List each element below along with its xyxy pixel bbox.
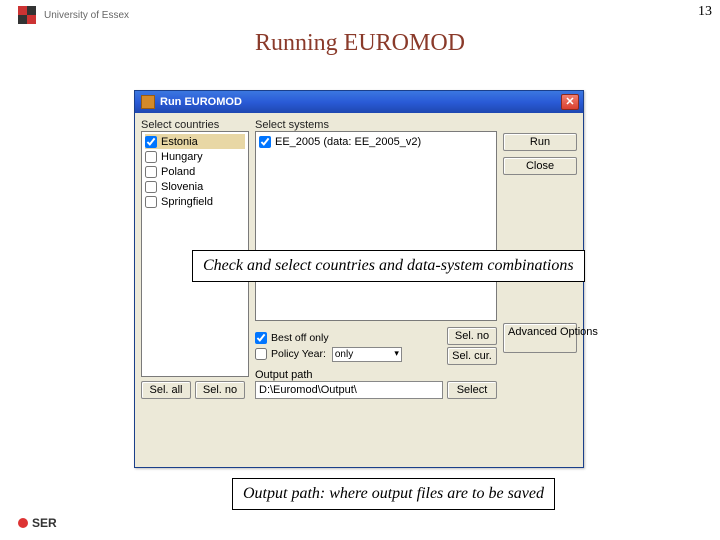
advanced-options-button[interactable]: Advanced Options <box>503 323 577 353</box>
country-item[interactable]: Estonia <box>145 134 245 149</box>
country-checkbox[interactable] <box>145 196 157 208</box>
titlebar[interactable]: Run EUROMOD ✕ <box>135 91 583 113</box>
country-checkbox[interactable] <box>145 166 157 178</box>
uoe-logo: University of Essex <box>18 6 129 24</box>
app-icon <box>141 95 155 109</box>
callout-countries-systems: Check and select countries and data-syst… <box>192 250 585 282</box>
country-checkbox[interactable] <box>145 136 157 148</box>
country-checkbox[interactable] <box>145 151 157 163</box>
output-select-button[interactable]: Select <box>447 381 497 399</box>
country-label: Poland <box>161 166 195 178</box>
country-label: Springfield <box>161 196 213 208</box>
uoe-logo-icon <box>18 6 36 24</box>
country-item[interactable]: Springfield <box>145 194 245 209</box>
window-title: Run EUROMOD <box>160 96 242 108</box>
country-item[interactable]: Slovenia <box>145 179 245 194</box>
country-label: Slovenia <box>161 181 203 193</box>
countries-select-none-button[interactable]: Sel. no <box>195 381 245 399</box>
systems-listbox[interactable]: EE_2005 (data: EE_2005_v2) <box>255 131 497 321</box>
systems-select-current-button[interactable]: Sel. cur. <box>447 347 497 365</box>
uoe-logo-text: University of Essex <box>44 10 129 21</box>
callout-output-path: Output path: where output files are to b… <box>232 478 555 510</box>
iser-logo: SER <box>18 516 57 530</box>
country-label: Estonia <box>161 136 198 148</box>
close-icon[interactable]: ✕ <box>561 94 579 110</box>
best-off-label: Best off only <box>271 332 329 344</box>
output-path-input[interactable] <box>255 381 443 399</box>
policy-year-label: Policy Year: <box>271 348 326 360</box>
iser-dot-icon <box>18 518 28 528</box>
best-off-checkbox[interactable] <box>255 332 267 344</box>
policy-year-dropdown[interactable]: only <box>332 347 402 362</box>
window-body: Select countries Estonia Hungary Poland <box>135 113 583 467</box>
policy-year-checkbox[interactable] <box>255 348 267 360</box>
country-checkbox[interactable] <box>145 181 157 193</box>
page-number: 13 <box>698 4 712 20</box>
country-item[interactable]: Poland <box>145 164 245 179</box>
countries-select-all-button[interactable]: Sel. all <box>141 381 191 399</box>
select-countries-label: Select countries <box>141 119 249 131</box>
select-systems-label: Select systems <box>255 119 497 131</box>
slide-title: Running EUROMOD <box>0 30 720 57</box>
run-button[interactable]: Run <box>503 133 577 151</box>
country-label: Hungary <box>161 151 203 163</box>
policy-year-value: only <box>333 349 353 360</box>
systems-select-none-button[interactable]: Sel. no <box>447 327 497 345</box>
output-path-label: Output path <box>255 369 497 381</box>
country-item[interactable]: Hungary <box>145 149 245 164</box>
system-label: EE_2005 (data: EE_2005_v2) <box>275 136 421 148</box>
system-item[interactable]: EE_2005 (data: EE_2005_v2) <box>259 134 493 149</box>
iser-text: SER <box>32 516 57 530</box>
close-button[interactable]: Close <box>503 157 577 175</box>
system-checkbox[interactable] <box>259 136 271 148</box>
